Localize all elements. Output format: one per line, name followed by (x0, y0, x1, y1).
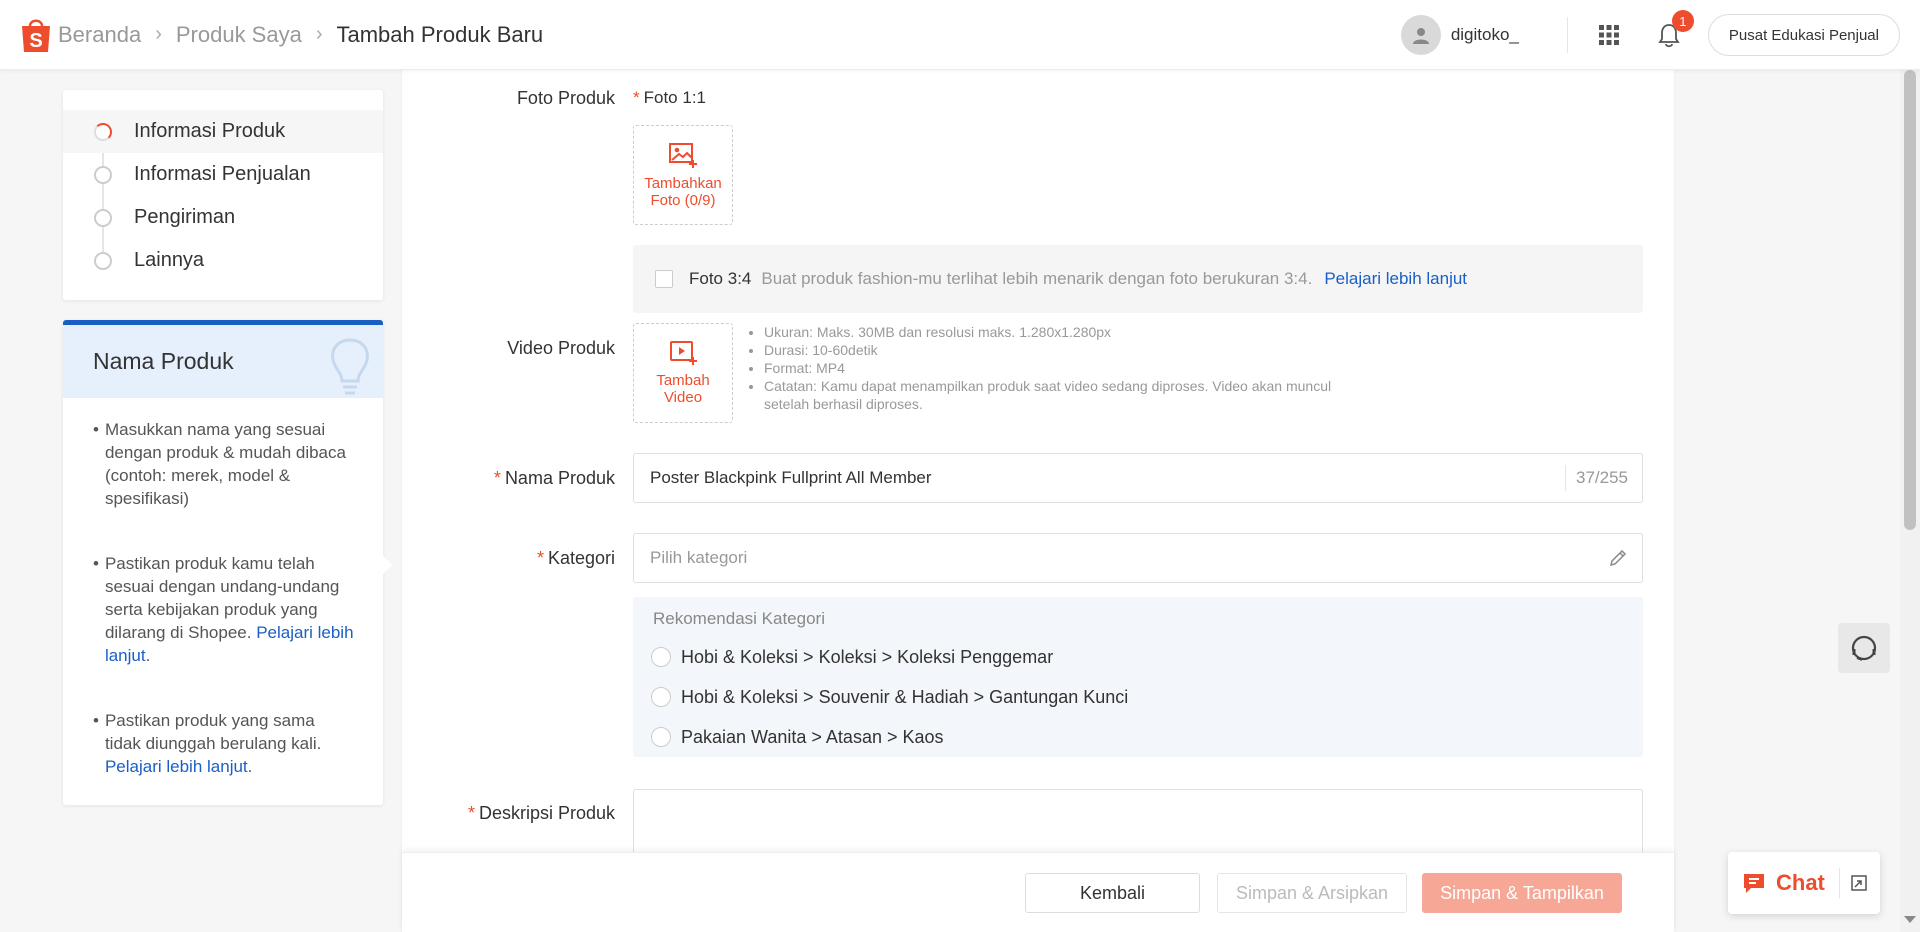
add-video-icon (670, 341, 697, 365)
foto-34-title: Foto 3:4 (689, 269, 752, 288)
category-recommendations: Rekomendasi Kategori Hobi & Koleksi > Ko… (633, 597, 1643, 757)
breadcrumb-current: Tambah Produk Baru (336, 21, 544, 47)
step-pengiriman[interactable]: Pengiriman (63, 196, 383, 239)
breadcrumb-produk-saya[interactable]: Produk Saya (176, 22, 302, 48)
add-video-button[interactable]: Tambah Video (633, 323, 733, 423)
video-requirements-list: Ukuran: Maks. 30MB dan resolusi maks. 1.… (744, 323, 1344, 413)
video-produk-label: Video Produk (507, 338, 615, 358)
add-photo-button[interactable]: Tambahkan Foto (0/9) (633, 125, 733, 225)
foto-produk-label: Foto Produk (516, 88, 615, 108)
tip-item: • Masukkan nama yang sesuai dengan produ… (93, 418, 355, 510)
apps-grid-icon[interactable] (1598, 24, 1620, 46)
save-archive-button[interactable]: Simpan & Arsipkan (1217, 873, 1407, 913)
video-note: Format: MP4 (764, 359, 1344, 377)
learn-more-link[interactable]: Pelajari lebih lanjut (105, 757, 248, 776)
shopee-logo-icon[interactable]: S (20, 16, 52, 54)
scroll-down-icon[interactable] (1904, 916, 1916, 923)
edit-pencil-icon[interactable] (1608, 548, 1628, 568)
video-note: Ukuran: Maks. 30MB dan resolusi maks. 1.… (764, 323, 1344, 341)
tip-text: Masukkan nama yang sesuai dengan produk … (104, 420, 346, 508)
tip-item: • Pastikan produk kamu telah sesuai deng… (93, 554, 354, 665)
foto-34-description: Buat produk fashion-mu terlihat lebih me… (761, 269, 1313, 288)
step-lainnya[interactable]: Lainnya (63, 239, 383, 282)
category-select[interactable]: Pilih kategori (633, 533, 1643, 583)
video-note: Durasi: 10-60detik (764, 341, 1344, 359)
action-bar: Kembali Simpan & Arsipkan Simpan & Tampi… (402, 852, 1674, 932)
category-placeholder: Pilih kategori (650, 548, 748, 567)
step-dot-icon (94, 208, 112, 227)
radio-button[interactable] (651, 727, 671, 747)
category-option[interactable]: Hobi & Koleksi > Koleksi > Koleksi Pengg… (651, 637, 1623, 677)
foto-34-section: Foto 3:4 Buat produk fashion-mu terlihat… (633, 245, 1643, 313)
radio-button[interactable] (651, 687, 671, 707)
tip-item: • Pastikan produk yang sama tidak diungg… (93, 711, 322, 776)
notification-count-badge: 1 (1671, 10, 1694, 32)
kategori-label: * Kategori (536, 548, 615, 568)
foto-34-checkbox[interactable] (655, 270, 673, 288)
category-option-label: Hobi & Koleksi > Koleksi > Koleksi Pengg… (681, 646, 1054, 667)
deskripsi-label: * Deskripsi Produk (467, 803, 615, 823)
divider (1566, 17, 1568, 53)
nama-produk-label: * Nama Produk (493, 468, 615, 488)
step-label: Pengiriman (134, 206, 236, 228)
seller-education-button[interactable]: Pusat Edukasi Penjual (1707, 14, 1900, 56)
scroll-thumb[interactable] (1904, 70, 1916, 530)
tips-header: Nama Produk (63, 320, 383, 398)
tips-pointer (382, 555, 392, 575)
customer-support-button[interactable] (1838, 623, 1890, 673)
tips-card: Nama Produk • Masukkan nama yang sesuai … (63, 320, 392, 805)
tips-body: • Masukkan nama yang sesuai dengan produ… (63, 398, 383, 778)
top-header: S Beranda › Produk Saya › Tambah Produk … (0, 0, 1920, 70)
page-scrollbar[interactable] (1900, 70, 1920, 932)
char-counter: 37/255 (1565, 465, 1642, 491)
foto-ratio-label: * Foto 1:1 (633, 88, 706, 107)
chevron-right-icon: › (155, 23, 162, 45)
chat-label: Chat (1776, 870, 1825, 895)
tip-suffix: . (145, 646, 151, 665)
step-dot-icon (94, 251, 112, 270)
radio-button[interactable] (651, 647, 671, 667)
step-label: Lainnya (134, 249, 205, 271)
user-icon (1412, 28, 1429, 44)
step-label: Informasi Produk (134, 120, 286, 142)
notification-bell-icon[interactable]: 1 (1656, 10, 1694, 48)
lightbulb-icon (331, 338, 369, 395)
tip-suffix: . (247, 757, 253, 776)
chat-bubble-icon (1744, 874, 1764, 893)
chat-widget[interactable]: Chat (1728, 852, 1880, 914)
step-progress-icon (94, 122, 112, 141)
chevron-right-icon: › (315, 23, 323, 45)
avatar[interactable] (1400, 15, 1441, 55)
product-name-input[interactable]: Poster Blackpink Fullprint All Member 37… (633, 453, 1643, 503)
breadcrumb: Beranda › Produk Saya › Tambah Produk Ba… (58, 22, 543, 48)
svg-text:S: S (29, 30, 42, 52)
category-option-label: Pakaian Wanita > Atasan > Kaos (681, 726, 944, 747)
step-label: Informasi Penjualan (134, 163, 311, 185)
username[interactable]: digitoko_ (1451, 25, 1519, 45)
breadcrumb-beranda[interactable]: Beranda (58, 22, 141, 48)
category-option[interactable]: Pakaian Wanita > Atasan > Kaos (651, 717, 1623, 757)
back-button[interactable]: Kembali (1025, 873, 1200, 913)
product-name-value: Poster Blackpink Fullprint All Member (650, 468, 932, 487)
step-informasi-produk[interactable]: Informasi Produk (63, 110, 383, 153)
form-steps-card: Informasi Produk Informasi Penjualan Pen… (63, 90, 383, 300)
category-option-label: Hobi & Koleksi > Souvenir & Hadiah > Gan… (681, 686, 1129, 707)
step-dot-icon (94, 165, 112, 184)
add-video-label: Tambah Video (656, 372, 710, 406)
headset-icon (1851, 635, 1877, 661)
add-photo-label: Tambahkan Foto (0/9) (644, 175, 722, 209)
foto-34-learn-more-link[interactable]: Pelajari lebih lanjut (1324, 269, 1467, 289)
save-publish-button[interactable]: Simpan & Tampilkan (1422, 873, 1622, 913)
step-informasi-penjualan[interactable]: Informasi Penjualan (63, 153, 383, 196)
recommendations-title: Rekomendasi Kategori (653, 609, 825, 628)
expand-window-icon[interactable] (1850, 874, 1868, 892)
product-form: Foto Produk * Foto 1:1 Tambahkan Foto (0/… (402, 70, 1674, 932)
tips-title: Nama Produk (93, 348, 234, 374)
video-note: Catatan: Kamu dapat menampilkan produk s… (764, 377, 1344, 413)
tip-text: Pastikan produk yang sama tidak diunggah… (104, 711, 322, 753)
add-image-icon (669, 143, 697, 168)
category-option[interactable]: Hobi & Koleksi > Souvenir & Hadiah > Gan… (651, 677, 1623, 717)
divider (1838, 868, 1840, 898)
